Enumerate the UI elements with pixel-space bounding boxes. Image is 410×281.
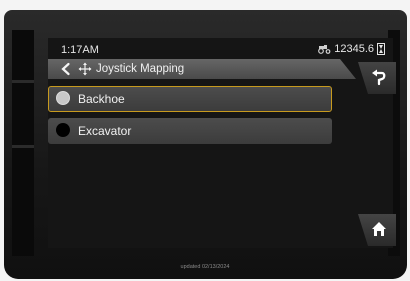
radio-selected-icon: [56, 91, 70, 105]
bezel-seam: [12, 80, 34, 83]
undo-arrow-icon: [372, 69, 386, 86]
odometer-value: 12345.6: [334, 43, 374, 55]
bezel-seam: [12, 145, 34, 148]
option-label: Backhoe: [78, 92, 125, 106]
home-icon: [372, 222, 386, 236]
clock: 1:17AM: [61, 44, 99, 56]
mapping-options: Backhoe Excavator: [48, 86, 332, 150]
display-screen: 1:17AM 12345.6 Joystick Mapping Backhoe …: [48, 38, 396, 248]
update-date: updated 02/13/2024: [180, 264, 230, 270]
page-title: Joystick Mapping: [96, 63, 185, 75]
home-button[interactable]: [358, 214, 396, 246]
undo-button[interactable]: [358, 62, 396, 94]
hourglass-icon: [377, 43, 385, 55]
option-label: Excavator: [78, 124, 132, 138]
option-backhoe[interactable]: Backhoe: [48, 86, 332, 112]
move-arrows-icon: [78, 62, 92, 76]
odometer: 12345.6: [318, 43, 385, 55]
chevron-left-icon[interactable]: [59, 62, 73, 76]
title-bar: Joystick Mapping: [48, 59, 356, 79]
status-bar: 1:17AM 12345.6: [48, 38, 393, 60]
tractor-icon: [318, 45, 331, 54]
left-bezel: [12, 30, 34, 256]
radio-unselected-icon: [56, 123, 70, 137]
option-excavator[interactable]: Excavator: [48, 118, 332, 144]
